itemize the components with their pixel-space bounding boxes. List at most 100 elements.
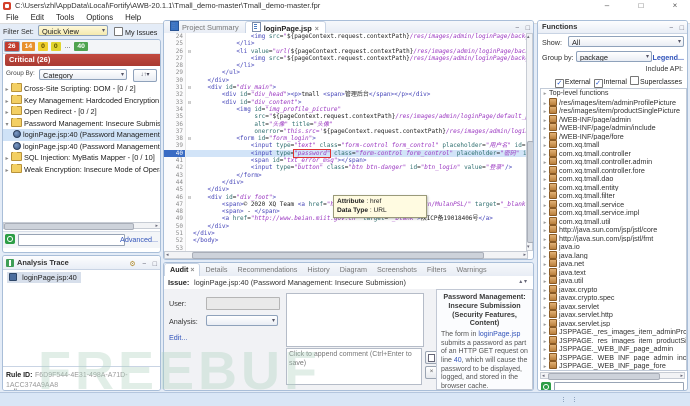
analysis-dropdown[interactable]: ▾ [206,315,278,326]
function-item[interactable]: ▸ Top-level functions [541,89,686,98]
tree-twisty-icon[interactable]: ▸ [541,329,549,336]
editor-horizontal-scrollbar[interactable]: ◂ ▸ [164,250,528,259]
window-maximize-button[interactable]: □ [632,0,650,11]
code-line[interactable]: 28 </li> [164,62,528,70]
code-line[interactable]: 36 alt="头像" title="头像" [164,120,528,128]
tree-twisty-icon[interactable]: ▸ [541,278,549,285]
code-line[interactable]: 51 </div> [164,230,528,238]
tree-twisty-icon[interactable]: ▸ [541,244,549,251]
issues-search-input[interactable] [18,234,125,246]
tree-twisty-icon[interactable]: ▸ [541,90,549,98]
function-item[interactable]: ▸ com.xq.tmall.controller.admin [541,157,686,166]
function-item[interactable]: ▸ JSPPAGE._WEB_INF_page_admin_include [541,352,686,361]
scroll-up-icon[interactable]: ▴ [527,34,530,40]
function-item[interactable]: ▸ java.util [541,276,686,285]
tab-screenshots[interactable]: Screenshots [372,264,422,276]
trace-node[interactable]: loginPage.jsp:40 [7,272,81,283]
tree-twisty-icon[interactable]: ▸ [541,363,549,370]
tree-twisty-icon[interactable]: ▸ [3,154,11,164]
minimize-icon[interactable]: − [142,261,146,268]
tree-twisty-icon[interactable]: ▸ [541,108,549,115]
menu-help[interactable]: Help [119,12,147,23]
code-line[interactable]: 35 src="${pageContext.request.contextPat… [164,113,528,121]
severity-badge-4[interactable]: ... [64,42,72,51]
critical-group-header[interactable]: Critical (26) [5,54,160,66]
search-icon[interactable] [541,382,551,390]
tree-twisty-icon[interactable]: ▸ [541,346,549,353]
function-item[interactable]: ▸JSPPAGE._res_images_item_productSingleP… [541,335,686,344]
issue-folder-row[interactable]: ▸ Key Management: Hardcoded Encryption Ke… [3,94,160,107]
comment-input[interactable]: Click to append comment (Ctrl+Enter to s… [286,348,422,385]
function-item[interactable]: ▸ com.xq.tmall.filter [541,191,686,200]
editor-tab-loginpage-jsp[interactable]: loginPage.jsp × [244,21,326,33]
function-item[interactable]: ▸ com.xq.tmall.service.impl [541,208,686,217]
tab-details[interactable]: Details [200,264,232,276]
trace-tool-icon[interactable]: ⚙ [129,261,135,268]
code-line[interactable]: 40 <input type="password" class="form-co… [164,148,528,158]
function-item[interactable]: ▸ java.lang [541,250,686,259]
function-item[interactable]: ▸ com.xq.tmall.controller.fore [541,165,686,174]
issue-folder-row[interactable]: ▸ Weak Encryption: Insecure Mode of Opera… [3,163,160,176]
description-link[interactable]: 40 [454,357,462,364]
function-item[interactable]: ▸ com.xq.tmall.entity [541,182,686,191]
code-line[interactable]: 32 <div id="div_head"><p>tmall <span>管理后… [164,91,528,99]
fn-group-by-dropdown[interactable]: package ▾ [576,51,652,62]
tree-twisty-icon[interactable]: ▸ [541,261,549,268]
tree-twisty-icon[interactable]: ▸ [541,159,549,166]
editor-vertical-scrollbar[interactable]: ▴ ▾ [526,33,533,251]
function-item[interactable]: ▸/res/images/item/adminProfilePicture [541,97,686,106]
code-line[interactable]: 26 ⊟ <li value="url(${pageContext.request… [164,47,528,55]
severity-badge-1[interactable]: 14 [21,42,36,51]
tree-twisty-icon[interactable]: ▸ [541,227,549,234]
window-minimize-button[interactable]: – [598,0,616,11]
function-item[interactable]: ▸ java.text [541,267,686,276]
scroll-left-icon[interactable]: ◂ [542,373,545,379]
previous-issue-icon[interactable]: ▴ [519,279,522,285]
sort-button[interactable]: ↓↑▾ [133,69,157,82]
tree-twisty-icon[interactable]: ▸ [541,142,549,149]
issue-folder-row[interactable]: ▾ Password Management: Insecure Submissio… [3,117,160,130]
function-item[interactable]: ▸/WEB-INF/page/admin [541,114,686,123]
tree-twisty-icon[interactable]: ▸ [541,312,549,319]
tab-filters[interactable]: Filters [422,264,452,276]
editor-tab-project-summary[interactable]: Project Summary [164,21,245,32]
function-item[interactable]: ▸/WEB-INF/page/fore [541,131,686,140]
code-line[interactable]: 45 </div> [164,186,528,194]
function-item[interactable]: ▸ javax.servlet.jsp [541,318,686,327]
legend-link[interactable]: Legend... [652,53,684,62]
function-item[interactable]: ▸ com.xq.tmall [541,140,686,149]
my-issues-checkbox[interactable]: My Issues [114,27,157,37]
severity-badge-3[interactable]: 0 [50,42,61,51]
function-item[interactable]: ▸ com.xq.tmall.dao [541,174,686,183]
code-line[interactable]: 52 </body> [164,237,528,245]
filter-set-dropdown[interactable]: Quick View ▾ [38,25,108,36]
menu-file[interactable]: File [0,12,25,23]
tab-warnings[interactable]: Warnings [451,264,491,276]
code-line[interactable]: 33 ⊟ <div id="div_content"> [164,98,528,106]
menu-tools[interactable]: Tools [50,12,80,23]
scroll-right-icon[interactable]: ▸ [523,252,526,258]
checkbox-internal[interactable]: ✓ Internal [593,79,630,88]
minimize-icon[interactable]: − [515,25,519,32]
scroll-right-icon[interactable]: ▸ [680,373,683,379]
code-line[interactable]: 44 </div> [164,178,528,187]
function-item[interactable]: ▸ com.xq.tmall.controller [541,148,686,157]
advanced-link[interactable]: Advanced... [120,235,158,244]
issue-row[interactable]: loginPage.jsp:40 (Password Management: I… [3,129,160,141]
function-item[interactable]: ▸ javax.servlet [541,301,686,310]
tree-twisty-icon[interactable]: ▸ [541,210,549,217]
function-item[interactable]: ▸ javax.servlet.http [541,310,686,319]
issue-row[interactable]: loginPage.jsp:40 (Password Management: I… [3,141,160,153]
code-area[interactable]: 24 <img src="${pageContext.request.conte… [164,33,528,251]
splitter-grip[interactable] [563,397,575,402]
checkbox-superclasses[interactable]: Superclasses [629,76,685,86]
tree-twisty-icon[interactable]: ▸ [3,85,11,95]
edit-link[interactable]: Edit... [169,333,187,342]
issues-horizontal-scrollbar[interactable]: ▸ [3,221,160,230]
function-item[interactable]: ▸ java.net [541,259,686,268]
minimize-icon[interactable]: − [669,25,673,32]
severity-badge-2[interactable]: 0 [38,42,48,51]
scroll-left-icon[interactable]: ◂ [166,252,169,258]
comment-history-box[interactable] [286,293,424,347]
tree-twisty-icon[interactable]: ▸ [541,193,549,200]
